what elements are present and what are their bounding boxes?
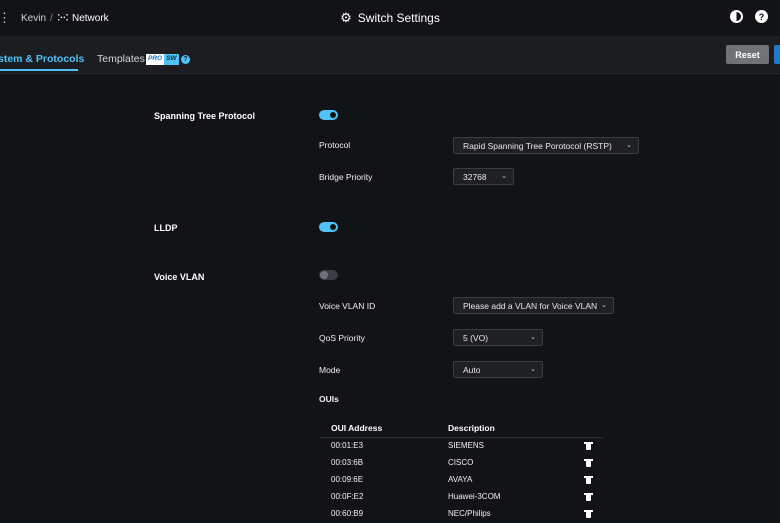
trash-icon[interactable] [584,459,593,467]
bridge-priority-label: Bridge Priority [319,172,373,182]
oui-address: 00:0F:E2 [331,492,364,501]
chevron-down-icon: ⌄ [530,366,536,373]
mode-label: Mode [319,365,341,375]
trash-icon[interactable] [584,476,593,484]
oui-address: 00:09:6E [331,475,364,484]
trash-icon[interactable] [584,493,593,501]
protocol-label: Protocol [319,140,351,150]
oui-description: SIEMENS [448,441,485,450]
col-description: Description [448,423,495,433]
oui-address: 00:60:B9 [331,509,364,518]
table-row: 00:0F:E2 Huawei-3COM [319,489,603,506]
reset-button[interactable]: Reset [726,45,769,64]
oui-address: 00:01:E3 [331,441,364,450]
bridge-priority-value: 32768 [463,171,487,182]
mode-select[interactable]: Auto ⌄ [453,361,543,378]
chevron-down-icon: ⌄ [626,142,632,149]
oui-description: AVAYA [448,475,473,484]
voice-vlan-label: Voice VLAN [154,272,205,282]
voice-vlan-toggle[interactable] [319,270,338,280]
voice-vlan-id-label: Voice VLAN ID [319,301,376,311]
tab-bar: stem & Protocols Templates PRO SW ? [0,36,780,74]
voice-vlan-id-select[interactable]: Please add a VLAN for Voice VLAN ⌄ [453,297,614,314]
table-row: 00:03:6B CISCO [319,455,603,472]
gear-icon: ⚙ [340,10,352,25]
protocol-value: Rapid Spanning Tree Porotocol (RSTP) [463,140,612,151]
header-icons: ? [730,10,768,23]
chevron-down-icon: ⌄ [501,173,507,180]
theme-toggle-icon[interactable] [730,10,743,23]
help-icon[interactable]: ? [755,10,768,23]
ouis-label: OUIs [319,394,339,404]
stp-toggle[interactable] [319,110,338,120]
badge-pro: PRO [146,54,165,65]
chevron-down-icon: ⌄ [530,334,536,341]
lldp-label: LLDP [154,223,178,233]
top-bar: ⋮ Kevin / ⠕⠪ Network ⚙ Switch Settings ? [0,0,780,36]
qos-priority-label: QoS Priority [319,333,365,343]
table-row: 00:01:E3 SIEMENS [319,438,603,455]
bridge-priority-select[interactable]: 32768 ⌄ [453,168,514,185]
table-row: 00:60:B9 NEC/Philips [319,506,603,523]
templates-help-icon[interactable]: ? [181,55,190,64]
page-title: Switch Settings [357,11,440,25]
trash-icon[interactable] [584,442,593,450]
page-title-container: ⚙ Switch Settings [0,10,780,26]
col-oui-address: OUI Address [331,423,383,433]
oui-description: Huawei-3COM [448,492,501,501]
lldp-toggle[interactable] [319,222,338,232]
table-row: 00:09:6E AVAYA [319,472,603,489]
save-button[interactable] [774,45,780,64]
voice-vlan-id-value: Please add a VLAN for Voice VLAN [463,300,598,311]
tab-system-protocols[interactable]: stem & Protocols [0,53,84,65]
oui-table: OUI Address Description 00:01:E3 SIEMENS… [319,420,603,523]
oui-description: CISCO [448,458,474,467]
qos-priority-value: 5 (VO) [463,332,489,343]
tab-templates[interactable]: Templates [97,53,145,65]
pro-sw-badge: PRO SW [146,54,179,65]
trash-icon[interactable] [584,510,593,518]
oui-address: 00:03:6B [331,458,364,467]
stp-label: Spanning Tree Protocol [154,111,256,121]
oui-description: NEC/Philips [448,509,491,518]
chevron-down-icon: ⌄ [601,302,607,309]
protocol-select[interactable]: Rapid Spanning Tree Porotocol (RSTP) ⌄ [453,137,639,154]
mode-value: Auto [463,364,481,375]
badge-sw: SW [164,54,179,65]
qos-priority-select[interactable]: 5 (VO) ⌄ [453,329,543,346]
active-tab-indicator [0,69,78,71]
oui-table-header: OUI Address Description [319,420,603,438]
